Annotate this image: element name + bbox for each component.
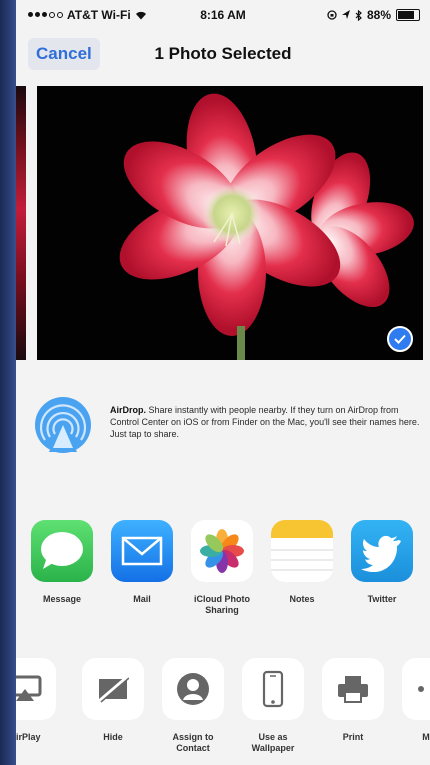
battery-icon	[396, 9, 420, 21]
share-app-twitter[interactable]: Twitter	[350, 520, 414, 605]
action-label: Use as Wallpaper	[251, 732, 295, 753]
battery-percent: 88%	[366, 8, 391, 22]
action-assign-to-contact[interactable]: Assign to Contact	[158, 658, 228, 754]
flower-image	[37, 86, 423, 360]
airplay-icon	[16, 658, 56, 720]
location-icon	[341, 10, 350, 19]
previous-photo-thumbnail[interactable]	[16, 86, 26, 360]
share-actions-row: AirPlay Hide	[16, 636, 430, 765]
action-label: AirPlay	[16, 732, 41, 742]
share-app-label: iCloud Photo Sharing	[194, 594, 250, 615]
device-frame: AT&T Wi-Fi 8:16 AM 88% Cancel 1 Photo Se…	[0, 0, 430, 765]
action-label: Print	[342, 732, 364, 742]
action-airplay[interactable]: AirPlay	[16, 658, 60, 743]
action-label: More	[422, 732, 430, 742]
status-right: 88%	[327, 8, 420, 22]
share-app-mail[interactable]: Mail	[110, 520, 174, 605]
share-app-label: Notes	[289, 594, 315, 604]
share-app-notes[interactable]: Notes	[270, 520, 334, 605]
envelope-icon	[111, 520, 173, 582]
action-hide[interactable]: Hide	[78, 658, 148, 743]
airdrop-icon[interactable]	[34, 396, 92, 454]
airdrop-section: AirDrop. Share instantly with people nea…	[16, 374, 430, 499]
hide-icon	[82, 658, 144, 720]
share-app-label: Twitter	[367, 594, 397, 604]
contact-icon	[162, 658, 224, 720]
action-use-as-wallpaper[interactable]: Use as Wallpaper	[238, 658, 308, 754]
selected-checkmark-icon[interactable]	[387, 326, 413, 352]
bluetooth-icon	[355, 9, 362, 21]
printer-icon	[322, 658, 384, 720]
action-label: Assign to Contact	[172, 732, 214, 753]
twitter-bird-icon	[351, 520, 413, 582]
battery-fill	[398, 11, 414, 19]
share-app-label: Message	[42, 594, 82, 604]
share-app-label: Mail	[133, 594, 151, 604]
phone-icon	[242, 658, 304, 720]
action-label: Hide	[103, 732, 123, 742]
share-app-icloud-photo-sharing[interactable]: iCloud Photo Sharing	[190, 520, 254, 616]
share-sheet-screen: AT&T Wi-Fi 8:16 AM 88% Cancel 1 Photo Se…	[16, 0, 430, 765]
nav-bar: Cancel 1 Photo Selected	[16, 28, 430, 78]
airdrop-title: AirDrop.	[110, 405, 146, 415]
status-bar: AT&T Wi-Fi 8:16 AM 88%	[16, 0, 430, 28]
share-apps-row: Message Mail iCloud Photo Sharing Notes …	[16, 498, 430, 637]
nav-title: 1 Photo Selected	[154, 44, 292, 63]
photos-pinwheel-icon	[191, 520, 253, 582]
airdrop-description: AirDrop. Share instantly with people nea…	[110, 404, 422, 440]
lock-rotation-icon	[327, 10, 337, 20]
action-print[interactable]: Print	[318, 658, 388, 743]
more-icon	[402, 658, 430, 720]
device-bezel	[0, 0, 16, 765]
photo-strip[interactable]	[16, 82, 430, 367]
notes-icon	[271, 520, 333, 582]
share-app-message[interactable]: Message	[30, 520, 94, 605]
selected-photo[interactable]	[37, 86, 423, 360]
action-more[interactable]: More	[398, 658, 430, 743]
message-bubble-icon	[31, 520, 93, 582]
airdrop-body: Share instantly with people nearby. If t…	[110, 405, 420, 439]
